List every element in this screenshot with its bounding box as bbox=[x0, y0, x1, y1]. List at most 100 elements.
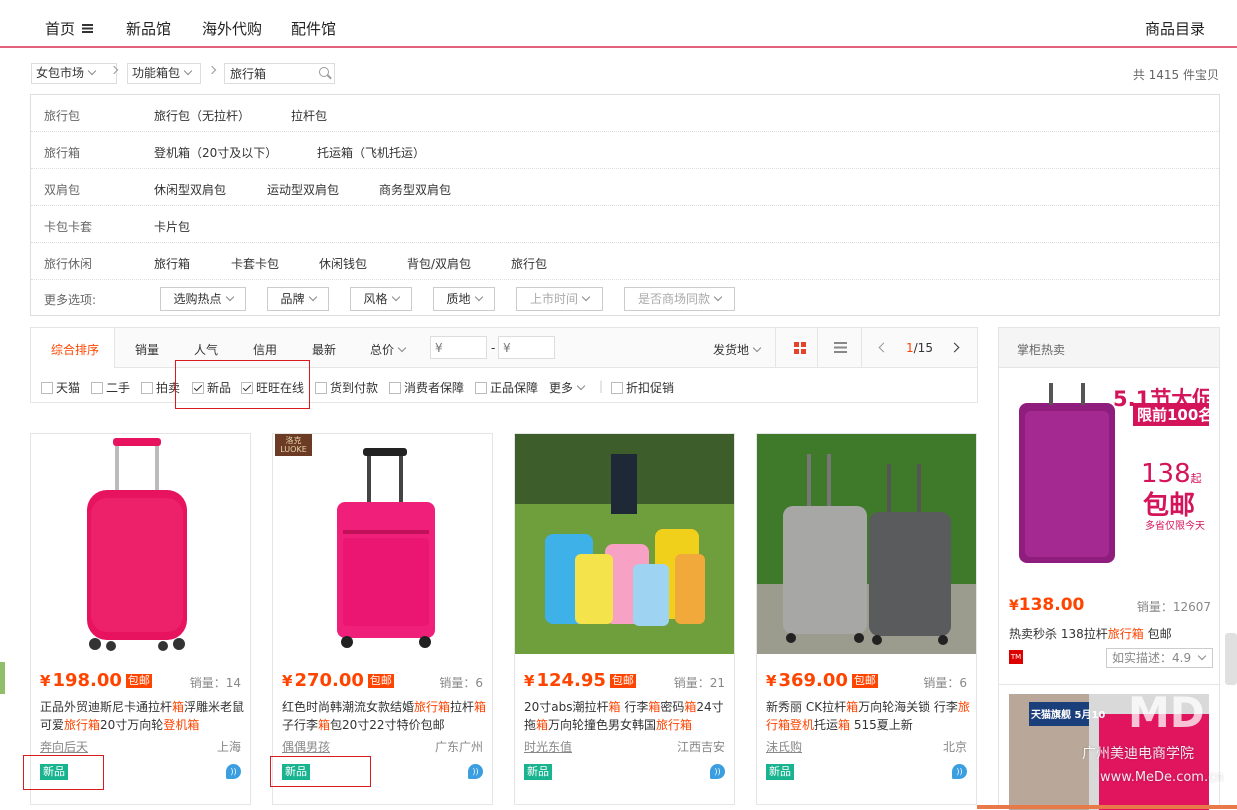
filter-more[interactable]: 更多 bbox=[549, 379, 586, 396]
category-item[interactable]: 旅行包（无拉杆） bbox=[154, 107, 250, 124]
more-option-button[interactable]: 是否商场同款 bbox=[624, 287, 735, 311]
side-tab[interactable] bbox=[0, 662, 5, 694]
sort-sales[interactable]: 销量 bbox=[135, 341, 159, 358]
grid-view-icon[interactable] bbox=[794, 342, 806, 354]
ship-from-dropdown[interactable]: 发货地 bbox=[713, 341, 762, 358]
more-options-label: 更多选项: bbox=[44, 293, 97, 307]
more-option-button[interactable]: 品牌 bbox=[267, 287, 329, 311]
price-from-input[interactable] bbox=[430, 336, 487, 359]
sort-comprehensive[interactable]: 综合排序 bbox=[51, 341, 99, 358]
shop-name[interactable]: 沫氏购 bbox=[766, 738, 802, 755]
sort-newest[interactable]: 最新 bbox=[312, 341, 336, 358]
sort-total-price-label: 总价 bbox=[370, 343, 395, 357]
product-card[interactable]: ¥369.00 包邮 销量：6 新秀丽 CK拉杆箱万向轮海关锁 行李旅行箱登机托运… bbox=[756, 433, 977, 805]
product-title[interactable]: 正品外贸迪斯尼卡通拉杆箱浮雕米老鼠可爱旅行箱20寸万向轮登机箱 bbox=[40, 698, 245, 734]
product-price: ¥198.00 包邮 bbox=[40, 670, 152, 691]
product-image[interactable] bbox=[515, 434, 734, 654]
wangwang-icon[interactable]: )) bbox=[468, 764, 483, 779]
list-view-icon[interactable] bbox=[834, 342, 847, 353]
product-card[interactable]: ¥198.00 包邮 销量：14 正品外贸迪斯尼卡通拉杆箱浮雕米老鼠可爱旅行箱20… bbox=[30, 433, 251, 805]
sort-total-price[interactable]: 总价 bbox=[370, 341, 407, 358]
product-card[interactable]: 洛克 LUOKE ¥270.00 包邮 销量：6 红色时尚韩潮流女款结婚旅行箱拉杆… bbox=[272, 433, 493, 805]
more-options-row: 更多选项: 选购热点 品牌 风格 质地 上市时间 是否商场同款 bbox=[31, 280, 1219, 316]
category-item[interactable]: 商务型双肩包 bbox=[379, 181, 451, 198]
chevron-down-icon bbox=[576, 381, 586, 391]
result-count: 共 1415 件宝贝 bbox=[1132, 68, 1219, 82]
checkbox[interactable] bbox=[141, 382, 153, 394]
price-to-input[interactable] bbox=[498, 336, 555, 359]
category-item[interactable]: 托运箱（飞机托运） bbox=[317, 144, 425, 161]
crumb-women-bags[interactable]: 女包市场 bbox=[31, 63, 117, 84]
ad-image[interactable]: 5.1节大促 限前100名 138起 包邮 多省仅限今天 bbox=[1009, 377, 1209, 578]
scroll-handle[interactable] bbox=[1225, 633, 1237, 685]
product-title[interactable]: 新秀丽 CK拉杆箱万向轮海关锁 行李旅行箱登机托运箱 515夏上新 bbox=[766, 698, 971, 734]
checkbox[interactable] bbox=[611, 382, 623, 394]
nav-home[interactable]: 首页 bbox=[45, 18, 94, 39]
product-location: 北京 bbox=[942, 740, 967, 754]
shop-name[interactable]: 奔向后天 bbox=[40, 738, 88, 755]
price-value: 270.00 bbox=[294, 670, 364, 691]
more-option-button[interactable]: 质地 bbox=[433, 287, 495, 311]
chevron-down-icon bbox=[391, 292, 400, 302]
wangwang-icon[interactable]: )) bbox=[952, 764, 967, 779]
more-option-button[interactable]: 风格 bbox=[350, 287, 412, 311]
category-item[interactable]: 旅行包 bbox=[511, 255, 547, 272]
product-location: 江西吉安 bbox=[676, 740, 725, 754]
panel-product-title[interactable]: 热卖秒杀 138拉杆旅行箱 包邮 bbox=[1009, 625, 1172, 642]
nav-new-arrivals[interactable]: 新品馆 bbox=[126, 18, 171, 39]
ship-from-label: 发货地 bbox=[713, 343, 750, 357]
annotation-box bbox=[270, 756, 371, 787]
checkbox[interactable] bbox=[389, 382, 401, 394]
prev-page-icon[interactable] bbox=[878, 342, 889, 353]
panel-title: 掌柜热卖 bbox=[1017, 343, 1066, 357]
product-image[interactable] bbox=[757, 434, 976, 654]
search-icon[interactable] bbox=[319, 67, 329, 77]
category-item[interactable]: 休闲型双肩包 bbox=[154, 181, 226, 198]
product-image[interactable]: 洛克 LUOKE bbox=[273, 434, 492, 654]
product-title[interactable]: 红色时尚韩潮流女款结婚旅行箱拉杆箱子行李箱包20寸22寸特价包邮 bbox=[282, 698, 487, 734]
category-item[interactable]: 登机箱（20寸及以下） bbox=[154, 144, 277, 161]
category-item[interactable]: 背包/双肩包 bbox=[407, 255, 471, 272]
category-item[interactable]: 卡片包 bbox=[154, 218, 190, 235]
bottom-bar bbox=[977, 805, 1237, 809]
wangwang-icon[interactable]: )) bbox=[226, 764, 241, 779]
nav-overseas[interactable]: 海外代购 bbox=[202, 18, 262, 39]
crumb-function-bags[interactable]: 功能箱包 bbox=[127, 63, 201, 84]
more-option-label: 选购热点 bbox=[173, 292, 222, 306]
nav-accessories[interactable]: 配件馆 bbox=[291, 18, 336, 39]
more-option-button[interactable]: 选购热点 bbox=[160, 287, 246, 311]
free-shipping-badge: 包邮 bbox=[125, 674, 152, 688]
product-title[interactable]: 20寸abs潮拉杆箱 行李箱密码箱24寸拖箱万向轮撞色男女韩国旅行箱 bbox=[524, 698, 729, 734]
wangwang-icon[interactable]: )) bbox=[710, 764, 725, 779]
filter-tmall[interactable]: 天猫 bbox=[41, 379, 80, 396]
category-item[interactable]: 拉杆包 bbox=[291, 107, 327, 124]
shop-name[interactable]: 偶偶男孩 bbox=[282, 738, 330, 755]
checkbox[interactable] bbox=[315, 382, 327, 394]
category-item[interactable]: 休闲钱包 bbox=[319, 255, 367, 272]
filter-consumer-protection[interactable]: 消费者保障 bbox=[389, 379, 464, 396]
filter-discount[interactable]: 折扣促销 bbox=[611, 379, 674, 396]
rating-dropdown[interactable]: 如实描述：4.9 bbox=[1106, 648, 1213, 668]
filter-genuine[interactable]: 正品保障 bbox=[475, 379, 538, 396]
nav-catalog[interactable]: 商品目录 bbox=[1145, 18, 1205, 39]
checkbox[interactable] bbox=[41, 382, 53, 394]
category-item[interactable]: 卡套卡包 bbox=[231, 255, 279, 272]
free-shipping-badge: 包邮 bbox=[851, 674, 878, 688]
filter-cod[interactable]: 货到付款 bbox=[315, 379, 378, 396]
sort-popularity[interactable]: 人气 bbox=[194, 341, 218, 358]
checkbox[interactable] bbox=[91, 382, 103, 394]
category-item[interactable]: 旅行箱 bbox=[154, 255, 190, 272]
filter-bar: 天猫 二手 拍卖 新品 旺旺在线 货到付款 消费者保障 正品保障 更多 | 折扣… bbox=[30, 368, 978, 403]
category-row: 旅行箱 登机箱（20寸及以下） 托运箱（飞机托运） bbox=[31, 132, 1219, 169]
sort-credit[interactable]: 信用 bbox=[253, 341, 277, 358]
category-item[interactable]: 运动型双肩包 bbox=[267, 181, 339, 198]
product-sales: 销量：21 bbox=[673, 676, 725, 690]
next-page-icon[interactable] bbox=[949, 342, 960, 353]
filter-secondhand[interactable]: 二手 bbox=[91, 379, 130, 396]
checkbox[interactable] bbox=[475, 382, 487, 394]
shop-name[interactable]: 时光东值 bbox=[524, 738, 572, 755]
product-image[interactable] bbox=[31, 434, 250, 654]
product-card[interactable]: ¥124.95 包邮 销量：21 20寸abs潮拉杆箱 行李箱密码箱24寸拖箱万向… bbox=[514, 433, 735, 805]
product-price: ¥369.00 包邮 bbox=[766, 670, 878, 691]
more-option-button[interactable]: 上市时间 bbox=[516, 287, 603, 311]
